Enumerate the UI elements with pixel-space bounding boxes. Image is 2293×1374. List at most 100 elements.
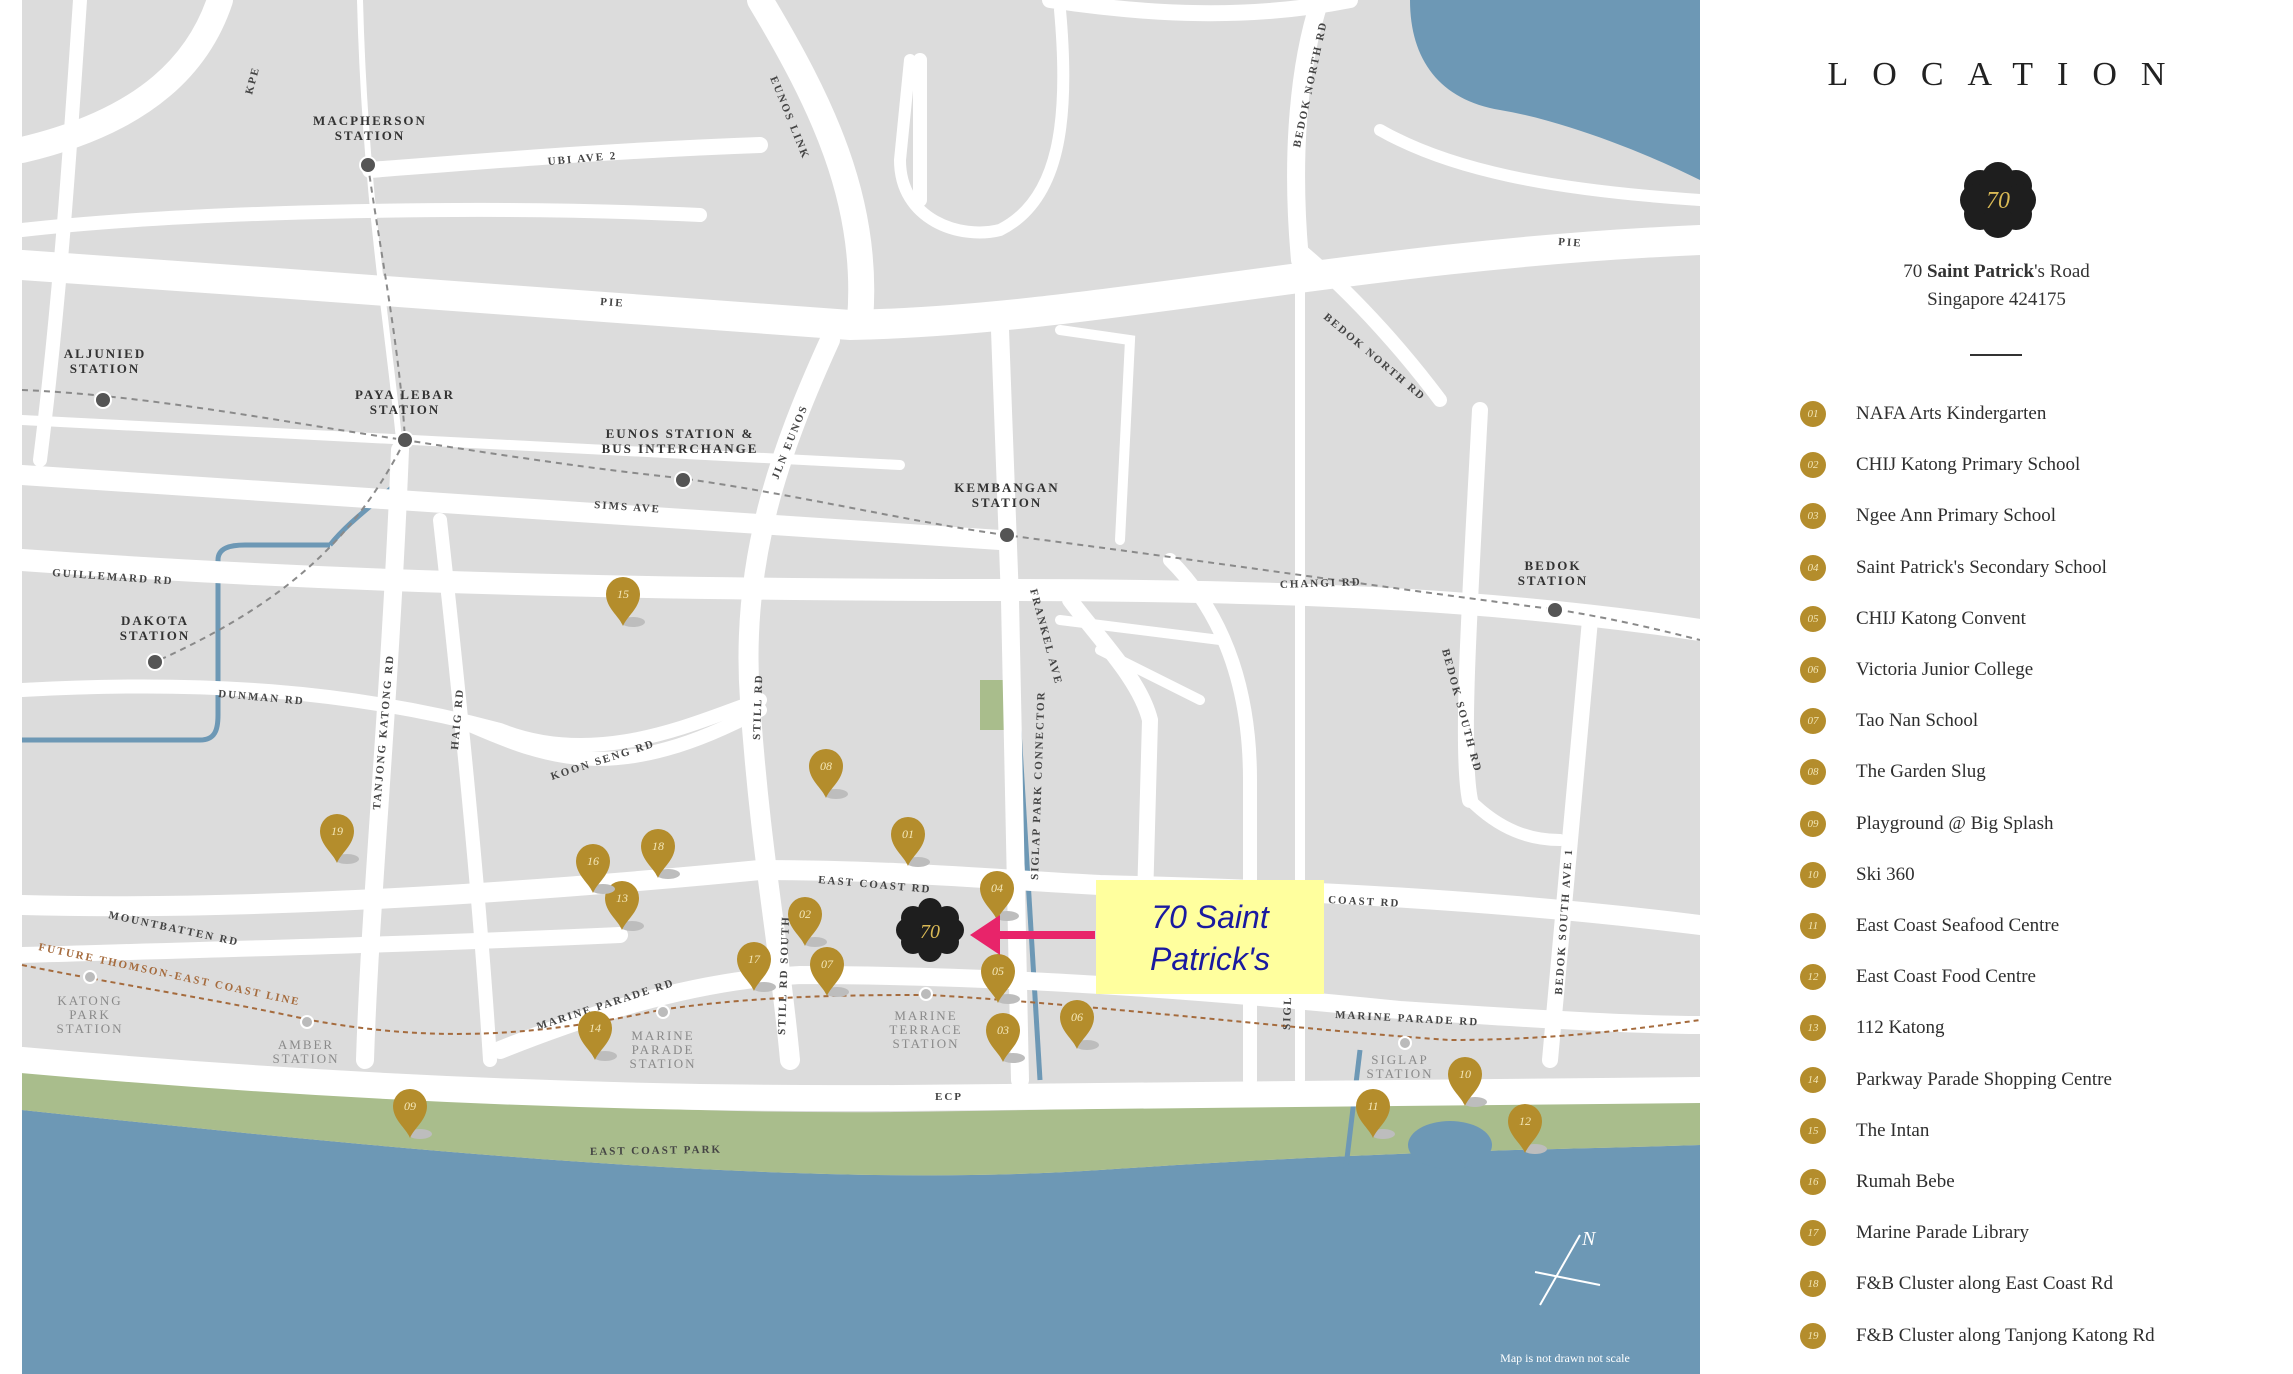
station-label-paya-lebar: PAYA LEBAR STATION bbox=[355, 387, 455, 417]
legend-badge: 17 bbox=[1800, 1220, 1826, 1247]
legend-badge: 19 bbox=[1800, 1322, 1826, 1349]
legend-label: Playground @ Big Splash bbox=[1856, 812, 2054, 834]
legend-item: 03 Ngee Ann Primary School bbox=[1800, 496, 2056, 536]
legend-label: Ngee Ann Primary School bbox=[1856, 505, 2057, 527]
map-pin-label: 02 bbox=[799, 907, 811, 921]
map-pin-label: 12 bbox=[1519, 1114, 1531, 1128]
legend-item: 14 Parkway Parade Shopping Centre bbox=[1800, 1060, 2112, 1100]
legend-badge: 14 bbox=[1800, 1066, 1826, 1093]
property-marker-text: 70 bbox=[920, 921, 940, 943]
legend-item: 19 F&B Cluster along Tanjong Katong Rd bbox=[1800, 1316, 2155, 1356]
legend-label: CHIJ Katong Primary School bbox=[1856, 454, 2081, 476]
legend-label: Saint Patrick's Secondary School bbox=[1856, 556, 2107, 578]
road-label-east-coast-park: EAST COAST PARK bbox=[590, 1144, 722, 1158]
legend-badge: 10 bbox=[1800, 861, 1826, 888]
map-scale-note: Map is not drawn not scale bbox=[1500, 1351, 1630, 1365]
map-pin-label: 05 bbox=[992, 964, 1004, 978]
legend-item: 05 CHIJ Katong Convent bbox=[1800, 599, 2026, 639]
map-pin-label: 17 bbox=[748, 952, 761, 966]
legend-item: 06 Victoria Junior College bbox=[1800, 650, 2033, 690]
legend-item: 04 Saint Patrick's Secondary School bbox=[1800, 548, 2107, 588]
station-label-amber: AMBER STATION bbox=[272, 1037, 339, 1066]
map-pin-label: 14 bbox=[589, 1021, 601, 1035]
address-line-1: 70 Saint Patrick's Road bbox=[1903, 261, 2090, 282]
compass-n-label: N bbox=[1581, 1228, 1597, 1250]
legend-label: East Coast Seafood Centre bbox=[1856, 915, 2060, 936]
legend-item: 02 CHIJ Katong Primary School bbox=[1800, 445, 2080, 485]
legend-item: 11 East Coast Seafood Centre bbox=[1800, 906, 2059, 946]
legend-label: Victoria Junior College bbox=[1856, 659, 2034, 680]
map-pin-label: 18 bbox=[652, 839, 664, 853]
legend-label: The Intan bbox=[1856, 1119, 1930, 1141]
legend-label: F&B Cluster along Tanjong Katong Rd bbox=[1856, 1324, 2155, 1346]
legend-item: 18 F&B Cluster along East Coast Rd bbox=[1800, 1264, 2113, 1304]
map-pin-label: 08 bbox=[820, 759, 832, 773]
legend-label: East Coast Food Centre bbox=[1856, 966, 2036, 988]
legend-item: 13 112 Katong bbox=[1800, 1008, 1944, 1048]
map-pin-label: 09 bbox=[404, 1099, 416, 1113]
road-label-sigl: SIGL bbox=[1281, 995, 1294, 1030]
legend-label: 112 Katong bbox=[1856, 1017, 1945, 1039]
legend-item: 10 Ski 360 bbox=[1800, 855, 1915, 895]
legend-badge: 11 bbox=[1800, 913, 1826, 939]
page-title: LOCATION bbox=[1827, 56, 2190, 93]
callout-line-1: 70 Saint bbox=[1151, 899, 1270, 935]
legend-label: Marine Parade Library bbox=[1856, 1222, 2030, 1244]
road-label-still-rd: STILL RD bbox=[751, 673, 765, 740]
project-logo: 70 bbox=[1960, 162, 2036, 238]
legend-badge: 09 bbox=[1800, 810, 1826, 837]
legend-badge: 05 bbox=[1800, 605, 1826, 632]
legend-item: 08 The Garden Slug bbox=[1800, 752, 1986, 792]
legend-item: 09 Playground @ Big Splash bbox=[1800, 804, 2053, 844]
legend-label: Parkway Parade Shopping Centre bbox=[1856, 1068, 2112, 1090]
legend-item: 12 East Coast Food Centre bbox=[1800, 957, 2036, 997]
station-label-marine-parade: MARINE PARADE STATION bbox=[629, 1028, 696, 1071]
legend-item: 17 Marine Parade Library bbox=[1800, 1213, 2029, 1253]
road-label-pie-left: PIE bbox=[600, 296, 625, 310]
legend-label: Tao Nan School bbox=[1856, 710, 1979, 732]
legend-badge: 01 bbox=[1800, 401, 1826, 427]
legend-badge: 12 bbox=[1800, 964, 1826, 991]
map-pin-label: 03 bbox=[997, 1023, 1009, 1037]
legend-badge: 13 bbox=[1800, 1015, 1826, 1042]
legend-label: F&B Cluster along East Coast Rd bbox=[1856, 1273, 2114, 1295]
map-pin-label: 06 bbox=[1071, 1010, 1083, 1024]
legend-badge: 03 bbox=[1800, 503, 1826, 530]
legend-label: Ski 360 bbox=[1856, 863, 1915, 885]
callout-box: 70 Saint Patrick's bbox=[1096, 880, 1324, 994]
legend-label: Rumah Bebe bbox=[1856, 1171, 1955, 1192]
map-pin-label: 16 bbox=[587, 854, 599, 868]
legend-badge: 08 bbox=[1800, 759, 1826, 786]
location-panel: LOCATION 70 70 Saint Patrick's Road Sing… bbox=[1700, 0, 2293, 1374]
legend-label: NAFA Arts Kindergarten bbox=[1856, 403, 2047, 424]
legend-badge: 16 bbox=[1800, 1169, 1826, 1195]
legend-item: 01 NAFA Arts Kindergarten bbox=[1800, 394, 2046, 434]
svg-text:70: 70 bbox=[1986, 188, 2010, 214]
station-label-eunos: EUNOS STATION & BUS INTERCHANGE bbox=[602, 426, 759, 456]
station-label-marine-terrace: MARINE TERRACE STATION bbox=[889, 1008, 962, 1051]
map-pin-label: 01 bbox=[902, 827, 914, 841]
map-pin-label: 11 bbox=[1367, 1099, 1378, 1113]
road-label-pie-right: PIE bbox=[1558, 236, 1583, 250]
legend-badge: 07 bbox=[1800, 708, 1826, 735]
legend-badge: 06 bbox=[1800, 657, 1826, 683]
map-pin-label: 13 bbox=[616, 891, 628, 905]
map-pin-label: 19 bbox=[331, 824, 343, 838]
station-label-aljunied: ALJUNIED STATION bbox=[64, 346, 146, 376]
project-address: 70 Saint Patrick's Road Singapore 424175 bbox=[1700, 258, 2293, 314]
legend-item: 07 Tao Nan School bbox=[1800, 701, 1978, 741]
legend-badge: 04 bbox=[1800, 554, 1826, 581]
legend-badge: 15 bbox=[1800, 1117, 1826, 1144]
station-label-siglap: SIGLAP STATION bbox=[1366, 1052, 1433, 1081]
map-pin-label: 10 bbox=[1459, 1067, 1471, 1081]
legend-badge: 02 bbox=[1800, 452, 1826, 479]
legend-item: 16 Rumah Bebe bbox=[1800, 1162, 1955, 1202]
station-label-dakota: DAKOTA STATION bbox=[120, 613, 191, 643]
legend-label: The Garden Slug bbox=[1856, 761, 1986, 783]
legend-badge: 18 bbox=[1800, 1271, 1826, 1298]
map-pin-label: 07 bbox=[821, 957, 834, 971]
station-label-bedok: BEDOK STATION bbox=[1518, 558, 1589, 588]
road-label-ecp: ECP bbox=[935, 1091, 963, 1103]
legend-label: CHIJ Katong Convent bbox=[1856, 607, 2026, 629]
map-pin-label: 15 bbox=[617, 587, 629, 601]
